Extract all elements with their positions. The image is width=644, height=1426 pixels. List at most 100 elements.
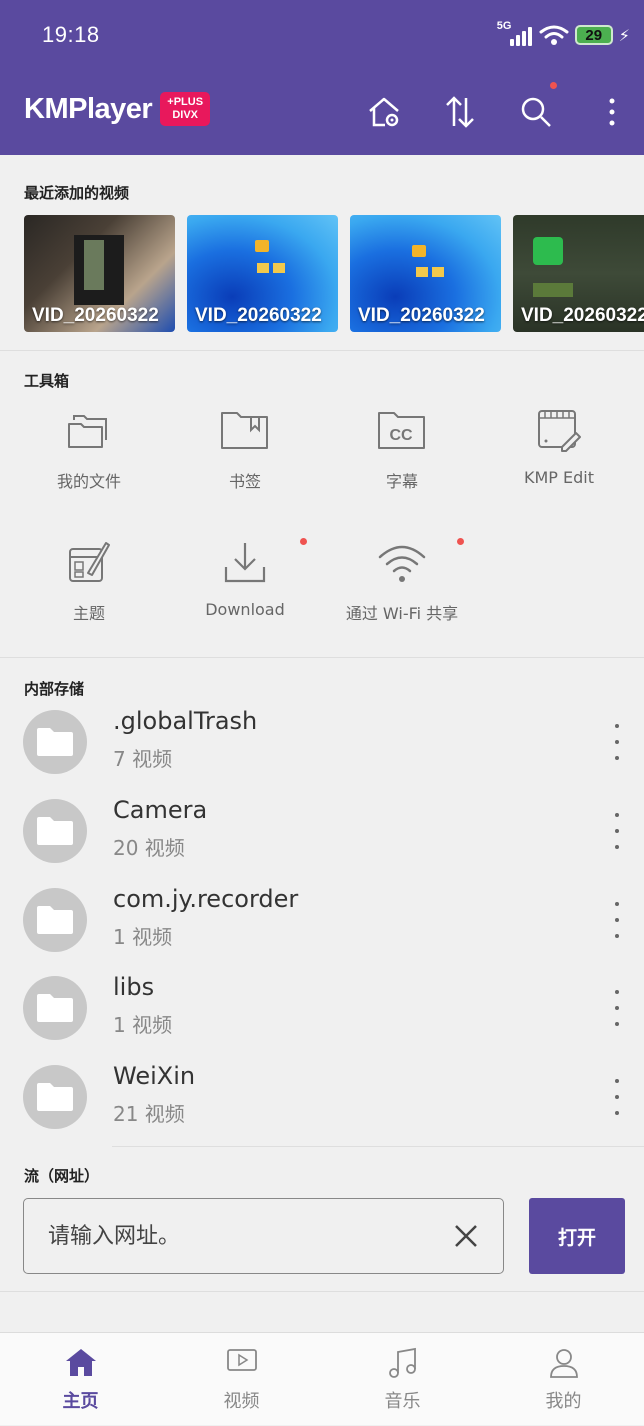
folder-row[interactable]: libs 1 视频 <box>0 973 644 1064</box>
wifi-notification-dot <box>457 538 464 545</box>
nav-music[interactable]: 音乐 <box>322 1333 483 1426</box>
folder-count: 21 视频 <box>113 1102 185 1126</box>
open-url-button[interactable]: 打开 <box>529 1198 625 1274</box>
home-settings-icon <box>369 97 399 127</box>
folder-row[interactable]: WeiXin 21 视频 <box>0 1062 644 1153</box>
sort-icon <box>446 96 474 128</box>
folder-icon <box>37 1083 73 1111</box>
folder-row[interactable]: .globalTrash 7 视频 <box>0 707 644 798</box>
folder-count: 7 视频 <box>113 747 173 771</box>
more-options-button[interactable] <box>590 90 634 134</box>
tool-theme[interactable]: 主题 <box>11 534 167 624</box>
tool-label: 字幕 <box>385 472 418 491</box>
tool-label: 主题 <box>72 604 105 623</box>
internal-storage-title: 内部存储 <box>24 680 85 698</box>
bookmark-folder-icon <box>221 412 268 449</box>
url-input-box <box>23 1198 504 1274</box>
divider <box>112 1146 644 1147</box>
url-input[interactable] <box>48 1217 428 1255</box>
nav-label: 我的 <box>545 1391 582 1412</box>
folder-name: Camera <box>113 796 208 824</box>
subtitles-cc-icon: CC <box>378 412 425 449</box>
tool-label: 通过 Wi-Fi 共享 <box>345 604 459 623</box>
tool-label: 书签 <box>228 472 261 491</box>
nav-label: 视频 <box>223 1391 260 1412</box>
toolbox-title: 工具箱 <box>24 372 70 390</box>
search-button[interactable] <box>514 82 558 134</box>
folder-avatar <box>23 710 87 774</box>
theme-palette-icon <box>69 542 110 582</box>
video-icon <box>226 1349 257 1371</box>
nav-profile[interactable]: 我的 <box>483 1333 644 1426</box>
nav-home[interactable]: 主页 <box>0 1333 161 1426</box>
folder-icon <box>37 728 73 756</box>
folder-more-button[interactable] <box>605 724 629 760</box>
home-icon <box>65 1349 96 1376</box>
tool-my-files[interactable]: 我的文件 <box>11 402 167 492</box>
home-settings-button[interactable] <box>362 90 406 134</box>
folder-more-button[interactable] <box>605 990 629 1026</box>
folder-icon <box>37 994 73 1022</box>
folder-avatar <box>23 888 87 952</box>
tool-subtitles[interactable]: CC 字幕 <box>324 402 480 492</box>
nav-label: 音乐 <box>384 1391 421 1412</box>
video-thumbnail[interactable]: VID_20260322 <box>513 215 644 332</box>
recent-videos-title: 最近添加的视频 <box>24 184 130 202</box>
app-logo: KMPlayer +PLUS DIVX <box>24 92 211 126</box>
folder-avatar <box>23 1065 87 1129</box>
charging-icon: ⚡ <box>618 25 630 45</box>
tool-wifi-share[interactable]: 通过 Wi-Fi 共享 <box>324 534 480 624</box>
tool-download[interactable]: Download <box>167 534 323 619</box>
tool-bookmarks[interactable]: 书签 <box>167 402 323 492</box>
clear-icon[interactable] <box>451 1221 481 1251</box>
battery-indicator: 29 <box>574 25 613 45</box>
badge-line2: DIVX <box>172 109 199 121</box>
folder-icon <box>37 817 73 845</box>
logo-text: KMPlayer <box>24 92 153 125</box>
status-bar: 19:18 5G 29 ⚡ <box>0 0 644 70</box>
video-thumbnail[interactable]: VID_20260322 <box>187 215 338 332</box>
app-header: 19:18 5G 29 ⚡ KMPlayer +PLUS DIVX <box>0 0 644 155</box>
folder-name: libs <box>113 973 155 1001</box>
folder-more-button[interactable] <box>605 902 629 938</box>
bottom-navigation: 主页 视频 音乐 我的 <box>0 1332 644 1425</box>
folder-avatar <box>23 976 87 1040</box>
status-time: 19:18 <box>42 22 100 47</box>
sort-button[interactable] <box>438 90 482 134</box>
folder-name: com.jy.recorder <box>113 885 299 913</box>
stream-title: 流（网址） <box>24 1167 100 1185</box>
download-notification-dot <box>300 538 307 545</box>
video-thumbnail[interactable]: VID_20260322 <box>24 215 175 332</box>
folder-row[interactable]: com.jy.recorder 1 视频 <box>0 885 644 976</box>
tool-kmp-edit[interactable]: KMP Edit <box>481 402 637 487</box>
video-caption: VID_20260322 <box>358 305 485 326</box>
folder-more-button[interactable] <box>605 813 629 849</box>
wifi-icon <box>378 545 426 582</box>
tool-label: KMP Edit <box>523 468 594 487</box>
folder-count: 1 视频 <box>113 1013 173 1037</box>
folder-more-button[interactable] <box>605 1079 629 1115</box>
folders-icon <box>68 415 107 448</box>
svg-text:CC: CC <box>389 427 413 444</box>
folder-icon <box>37 906 73 934</box>
folder-count: 1 视频 <box>113 925 173 949</box>
divider <box>0 657 644 658</box>
video-edit-icon <box>538 410 581 452</box>
nav-video[interactable]: 视频 <box>161 1333 322 1426</box>
music-icon <box>388 1347 416 1378</box>
video-caption: VID_20260322 <box>32 305 159 326</box>
divider <box>0 350 644 351</box>
plus-divx-badge: +PLUS DIVX <box>160 92 211 126</box>
download-icon <box>224 543 266 583</box>
tool-label: Download <box>205 600 285 619</box>
video-caption: VID_20260322 <box>521 305 644 326</box>
badge-line1: +PLUS <box>167 96 204 108</box>
folder-name: .globalTrash <box>113 707 258 735</box>
search-notification-dot <box>550 82 557 89</box>
signal-icon: 5G <box>497 20 533 48</box>
search-icon <box>521 97 551 127</box>
status-icons: 5G 29 ⚡ <box>497 20 630 50</box>
folder-row[interactable]: Camera 20 视频 <box>0 796 644 887</box>
video-caption: VID_20260322 <box>195 305 322 326</box>
video-thumbnail[interactable]: VID_20260322 <box>350 215 501 332</box>
